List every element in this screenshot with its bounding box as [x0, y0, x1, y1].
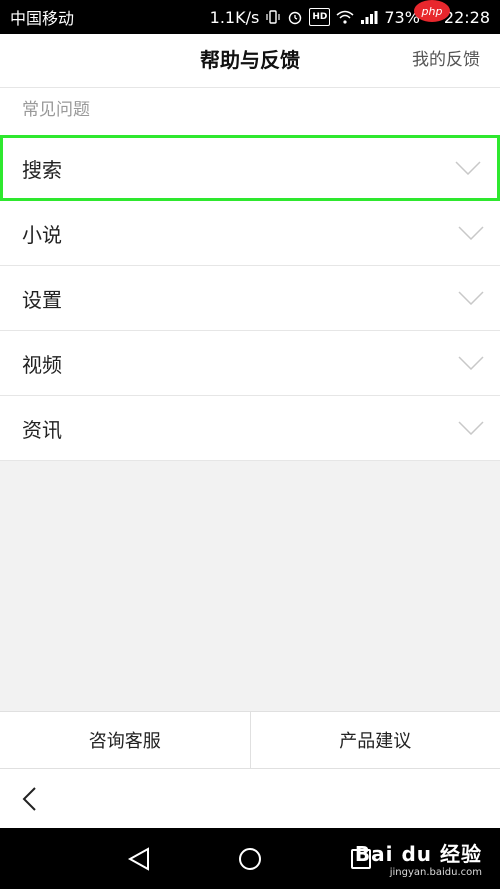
baidu-watermark: Bai du 经验 jingyan.baidu.com	[355, 838, 482, 878]
hd-badge: HD	[309, 8, 331, 26]
nav-back-icon[interactable]	[126, 846, 152, 872]
php-badge: php	[414, 0, 450, 22]
back-row	[0, 769, 500, 828]
product-suggestion-button[interactable]: 产品建议	[249, 712, 500, 768]
faq-item-news[interactable]: 资讯	[0, 396, 500, 461]
consult-service-button[interactable]: 咨询客服	[0, 712, 250, 768]
faq-item-video[interactable]: 视频	[0, 331, 500, 396]
faq-item-label: 视频	[22, 352, 62, 377]
chevron-down-icon	[458, 226, 484, 240]
faq-item-search[interactable]: 搜索	[0, 135, 500, 201]
chevron-down-icon	[458, 356, 484, 370]
faq-item-label: 设置	[22, 287, 62, 312]
carrier-name: 中国移动	[10, 9, 75, 28]
faq-item-novel[interactable]: 小说	[0, 201, 500, 266]
nav-home-icon[interactable]	[237, 846, 263, 872]
vibrate-icon	[265, 9, 281, 25]
my-feedback-link[interactable]: 我的反馈	[412, 34, 480, 87]
system-nav-bar: Bai du 经验 jingyan.baidu.com	[0, 828, 500, 889]
chevron-down-icon	[458, 291, 484, 305]
wifi-icon	[336, 9, 354, 25]
chevron-down-icon	[458, 421, 484, 435]
signal-icon	[360, 9, 378, 25]
alarm-icon	[287, 9, 303, 25]
faq-item-label: 搜索	[22, 157, 62, 182]
chevron-down-icon	[455, 161, 481, 175]
clock: 22:28	[443, 7, 490, 27]
faq-section-label: 常见问题	[0, 88, 500, 134]
faq-item-label: 资讯	[22, 417, 62, 442]
watermark-main: Bai du 经验	[354, 842, 482, 866]
bottom-action-bar: 咨询客服 产品建议	[0, 711, 500, 769]
page-header: 帮助与反馈 我的反馈	[0, 34, 500, 88]
watermark-sub: jingyan.baidu.com	[389, 867, 482, 878]
faq-item-settings[interactable]: 设置	[0, 266, 500, 331]
chevron-left-icon[interactable]	[20, 786, 40, 812]
faq-list: 搜索 小说 设置 视频 资讯	[0, 134, 500, 461]
network-speed: 1.1K/s	[209, 7, 260, 27]
faq-item-label: 小说	[22, 222, 62, 247]
